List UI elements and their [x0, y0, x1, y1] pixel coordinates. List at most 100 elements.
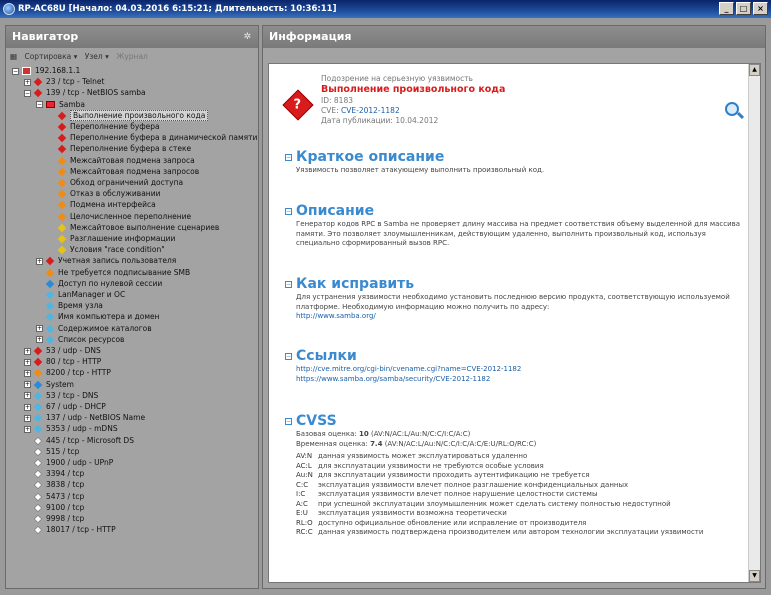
tree-item[interactable]: Межсайтовое выполнение сценариев — [48, 222, 219, 233]
cvss-metric-row: A:C при успешной эксплуатации злоумышленн… — [296, 500, 745, 510]
tree-item[interactable]: Разглашение информации — [48, 233, 175, 244]
maximize-button[interactable]: □ — [736, 2, 751, 15]
tree-item[interactable]: 1900 / udp - UPnP — [24, 457, 113, 468]
tree-item-label: 5353 / udp - mDNS — [46, 424, 118, 434]
fix-link[interactable]: http://www.samba.org/ — [296, 312, 745, 322]
collapse-icon[interactable]: − — [285, 207, 292, 215]
expand-icon[interactable]: + — [24, 414, 31, 422]
tree-item[interactable]: 3838 / tcp — [24, 479, 84, 490]
severity-icon — [33, 514, 43, 524]
tree-item[interactable]: Межсайтовая подмена запроса — [48, 155, 195, 166]
sort-dropdown[interactable]: Сортировка ▾ — [24, 52, 77, 61]
tree-item[interactable]: + System — [24, 379, 74, 390]
cvss-metric-desc: для эксплуатации уязвимости не требуются… — [318, 461, 544, 470]
tree-item-label: Целочисленное переполнение — [70, 211, 192, 221]
expand-icon[interactable]: + — [24, 347, 31, 355]
tree-item[interactable]: Переполнение буфера в динамической памят… — [48, 132, 257, 143]
tree-item[interactable]: 9998 / tcp — [24, 513, 84, 524]
close-button[interactable]: × — [753, 2, 768, 15]
description-text: Генератор кодов RPC в Samba не проверяет… — [296, 220, 741, 247]
tree-item[interactable]: + Учетная запись пользователя — [36, 255, 176, 266]
severity-icon — [33, 357, 43, 367]
tree-item[interactable]: Не требуется подписывание SMB — [36, 267, 190, 278]
tree-item[interactable]: Подмена интерфейса — [48, 199, 156, 210]
expand-icon[interactable]: + — [24, 369, 31, 377]
node-dropdown[interactable]: Узел ▾ — [85, 52, 109, 61]
minimize-button[interactable]: _ — [719, 2, 734, 15]
tree-item[interactable]: 5473 / tcp — [24, 491, 84, 502]
severity-icon — [45, 257, 55, 266]
expand-icon[interactable]: + — [36, 336, 43, 344]
expand-icon[interactable]: + — [24, 403, 31, 411]
tree-item[interactable]: +23 / tcp - Telnet — [24, 76, 104, 87]
scroll-down-button[interactable]: ▼ — [749, 570, 760, 582]
severity-icon — [33, 380, 43, 389]
ref-link[interactable]: https://www.samba.org/samba/security/CVE… — [296, 375, 745, 385]
tree-item[interactable]: +80 / tcp - HTTP — [24, 356, 101, 367]
cvss-metric-row: C:C эксплуатация уязвимости влечет полное… — [296, 481, 745, 491]
tree-item[interactable]: +53 / udp - DNS — [24, 345, 101, 356]
magnifier-icon[interactable] — [725, 102, 739, 116]
tree-item-label: Переполнение буфера в стеке — [70, 144, 192, 154]
tree-item[interactable]: 515 / tcp — [24, 446, 79, 457]
expand-icon[interactable]: + — [24, 358, 31, 366]
tree-item-label: 53 / tcp - DNS — [46, 390, 99, 400]
tree-item[interactable]: + Список ресурсов — [36, 334, 124, 345]
gear-icon[interactable]: ✲ — [243, 26, 251, 48]
collapse-icon[interactable]: − — [285, 352, 292, 360]
tree-item[interactable]: Отказ в обслуживании — [48, 188, 160, 199]
tree-item[interactable]: Условия "race condition" — [48, 244, 165, 255]
vuln-id: ID: 8183 — [321, 96, 353, 105]
scroll-up-button[interactable]: ▲ — [749, 64, 760, 76]
tree-item[interactable]: − Samba — [36, 99, 85, 110]
expand-icon[interactable]: + — [24, 78, 31, 86]
tree-item[interactable]: Переполнение буфера в стеке — [48, 143, 191, 154]
tree-item[interactable]: Имя компьютера и домен — [36, 311, 160, 322]
expand-icon[interactable]: + — [24, 392, 31, 400]
summary-title: Краткое описание — [296, 149, 445, 165]
ref-link[interactable]: http://cve.mitre.org/cgi-bin/cvename.cgi… — [296, 365, 745, 375]
scrollbar[interactable]: ▲ ▼ — [748, 64, 760, 582]
tree-item[interactable]: +53 / tcp - DNS — [24, 390, 98, 401]
tree-item[interactable]: + Содержимое каталогов — [36, 323, 152, 334]
severity-icon — [33, 369, 43, 378]
collapse-icon[interactable]: − — [285, 417, 292, 425]
tree-item[interactable]: − 139 / tcp - NetBIOS samba — [24, 87, 146, 98]
tree-item[interactable]: 445 / tcp - Microsoft DS — [24, 435, 134, 446]
expand-icon[interactable]: + — [24, 381, 31, 389]
tree-item-label: 139 / tcp - NetBIOS samba — [46, 88, 146, 98]
expand-icon[interactable]: + — [24, 425, 31, 433]
warning-icon: ? — [282, 89, 314, 121]
tree-item[interactable]: Выполнение произвольного кода — [48, 109, 209, 121]
fix-title: Как исправить — [296, 276, 415, 292]
tree-item[interactable]: +137 / udp - NetBIOS Name — [24, 412, 145, 423]
tree-item[interactable]: Межсайтовая подмена запросов — [48, 166, 199, 177]
tree-item[interactable]: +5353 / udp - mDNS — [24, 423, 118, 434]
journal-button[interactable]: Журнал — [116, 52, 148, 61]
vuln-suspicion: Подозрение на серьезную уязвимость — [321, 74, 473, 83]
collapse-icon[interactable]: − — [285, 153, 292, 161]
expand-icon[interactable]: + — [36, 325, 43, 333]
tree-item[interactable]: 3394 / tcp — [24, 468, 84, 479]
collapse-icon[interactable]: − — [12, 67, 19, 75]
tree-item[interactable]: +8200 / tcp - HTTP — [24, 367, 111, 378]
tree-item[interactable]: Переполнение буфера — [48, 121, 160, 132]
tree-item[interactable]: LanManager и ОС — [36, 289, 125, 300]
tree-item[interactable]: 18017 / tcp - HTTP — [24, 524, 116, 535]
expand-icon[interactable]: + — [36, 257, 43, 265]
collapse-icon[interactable]: − — [36, 101, 43, 109]
tree-item[interactable]: − 192.168.1.1 — [12, 65, 80, 76]
tree-item[interactable]: Доступ по нулевой сессии — [36, 278, 162, 289]
tree-item[interactable]: 9100 / tcp — [24, 502, 84, 513]
collapse-icon[interactable]: − — [285, 280, 292, 288]
cve-link[interactable]: CVE-2012-1182 — [341, 106, 400, 115]
tree-item[interactable]: Обход ограничений доступа — [48, 177, 183, 188]
tree-item[interactable]: Целочисленное переполнение — [48, 211, 191, 222]
tree-item[interactable]: Время узла — [36, 300, 103, 311]
fix-section: − Как исправить Для устранения уязвимости… — [285, 275, 745, 322]
tree-item[interactable]: +67 / udp - DHCP — [24, 401, 106, 412]
tree-item-label: 53 / udp - DNS — [46, 346, 101, 355]
cvss-temporal: Временная оценка: 7.4 (AV:N/AC:L/Au:N/C:… — [296, 439, 537, 448]
collapse-icon[interactable]: − — [24, 89, 31, 97]
cvss-title: CVSS — [296, 413, 337, 429]
